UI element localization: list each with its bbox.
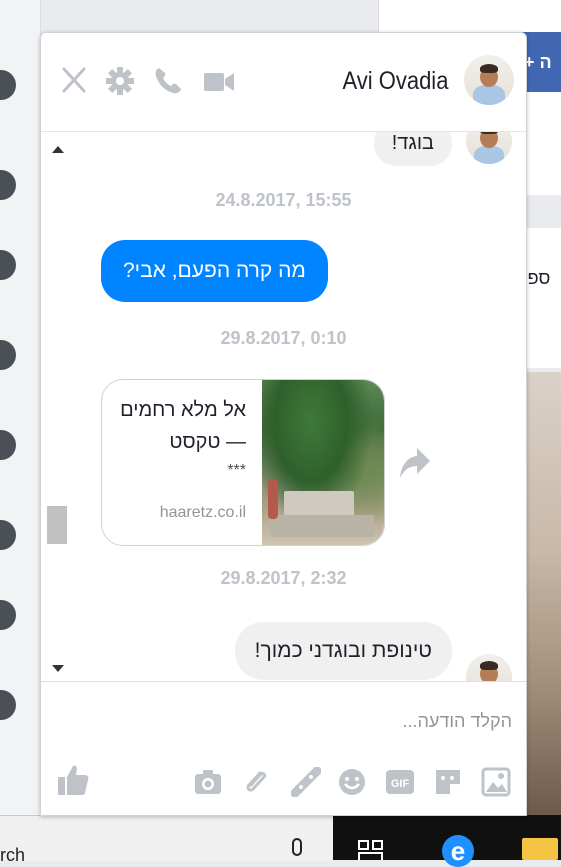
contact-avatar[interactable] — [0, 520, 16, 550]
like-icon[interactable] — [57, 763, 89, 797]
close-icon[interactable] — [61, 66, 87, 94]
message-timestamp: 29.8.2017, 2:32 — [220, 568, 347, 588]
contact-avatar[interactable] — [464, 55, 514, 105]
phone-icon[interactable] — [153, 66, 183, 96]
microphone-icon[interactable] — [292, 838, 302, 856]
shared-link-card[interactable]: אל מלא רחמים — טקסט *** haaretz.co.il — [101, 379, 385, 546]
games-icon[interactable] — [291, 767, 321, 797]
svg-text:GIF: GIF — [391, 778, 410, 790]
task-view-icon[interactable] — [358, 836, 384, 860]
shared-link-title: אל מלא רחמים — טקסט — [120, 399, 246, 453]
sender-avatar[interactable] — [466, 132, 512, 164]
message-timestamp: 24.8.2017, 15:55 — [215, 190, 352, 210]
background-sidebar — [0, 0, 41, 815]
gif-icon[interactable]: GIF — [385, 767, 415, 797]
edge-browser-icon[interactable]: e — [442, 835, 474, 867]
message-composer: GIF — [41, 681, 526, 815]
contact-avatar[interactable] — [0, 250, 16, 280]
file-explorer-icon[interactable] — [522, 838, 558, 860]
scrollbar[interactable] — [47, 142, 67, 672]
taskbar-search-text: rch — [0, 845, 26, 865]
sender-avatar[interactable] — [466, 654, 512, 681]
emoji-icon[interactable] — [337, 767, 367, 797]
camera-icon[interactable] — [193, 767, 223, 797]
contact-avatar[interactable] — [0, 600, 16, 630]
photo-icon[interactable] — [481, 767, 511, 797]
incoming-message[interactable]: טינופת ובוגדני כמוך! — [234, 622, 452, 680]
contact-avatar[interactable] — [0, 170, 16, 200]
scroll-thumb[interactable] — [47, 506, 67, 544]
contact-avatar[interactable] — [0, 690, 16, 720]
sticker-icon[interactable] — [433, 767, 463, 797]
forward-icon[interactable] — [399, 446, 431, 480]
contact-avatar[interactable] — [0, 430, 16, 460]
scroll-down-arrow-icon[interactable] — [52, 665, 64, 672]
add-friend-label: + ה — [524, 51, 552, 72]
shared-link-domain: haaretz.co.il — [159, 504, 246, 521]
video-icon[interactable] — [203, 70, 235, 94]
gear-icon[interactable] — [105, 66, 135, 96]
contact-name[interactable]: Avi Ovadia — [342, 67, 448, 96]
incoming-message[interactable]: בוגד! — [373, 132, 452, 166]
message-input[interactable] — [70, 704, 514, 738]
message-timestamp: 29.8.2017, 0:10 — [220, 328, 347, 348]
message-list[interactable]: בוגד! 24.8.2017, 15:55 מה קרה הפעם, אבי?… — [41, 132, 526, 681]
shared-link-extra: *** — [227, 462, 246, 479]
shared-link-thumbnail — [262, 380, 384, 545]
attachment-icon[interactable] — [241, 767, 271, 797]
outgoing-message[interactable]: מה קרה הפעם, אבי? — [101, 240, 328, 302]
scroll-up-arrow-icon[interactable] — [52, 146, 64, 153]
contact-avatar[interactable] — [0, 340, 16, 370]
chat-header: Avi Ovadia — [41, 33, 526, 132]
chat-window: Avi Ovadia בוגד! 24.8.2017, 15:55 מה קרה… — [40, 32, 527, 816]
contact-avatar[interactable] — [0, 70, 16, 100]
taskbar-search-area[interactable] — [0, 815, 333, 861]
